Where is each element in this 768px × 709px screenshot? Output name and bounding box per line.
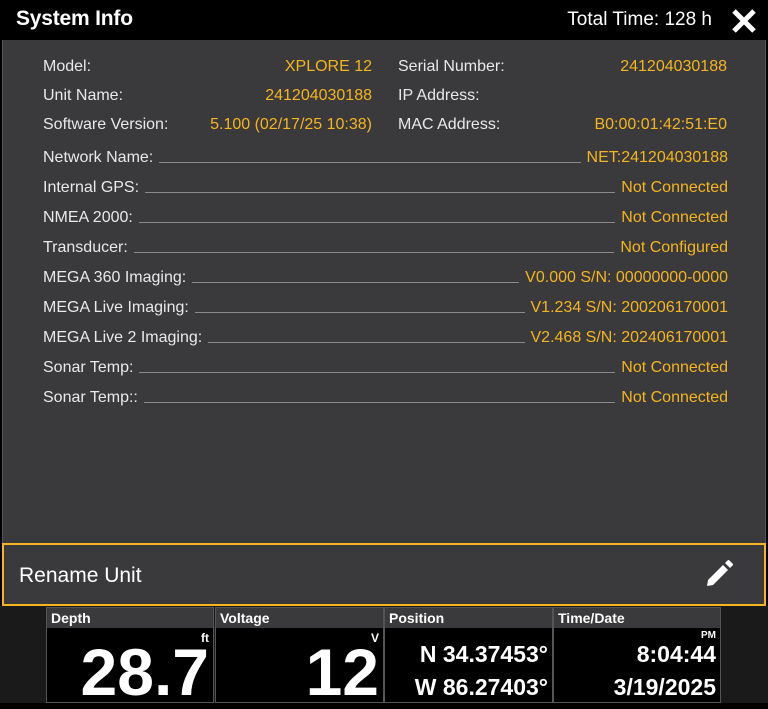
software-version-value: 5.100 (02/17/25 10:38) [210,116,372,133]
depth-caption: Depth [47,608,213,628]
model-label: Model: [43,58,92,75]
leader-line [139,371,616,373]
pencil-icon[interactable] [704,559,734,589]
time: 8:04:44 [636,641,716,667]
row-value: Not Configured [620,239,728,256]
serial-number-label: Serial Number: [398,58,505,75]
mac-address-value: B0:00:01:42:51:E0 [594,116,727,133]
page-title: System Info [16,7,133,30]
leader-line [194,311,525,313]
sonar-temp-row: Sonar Temp: Not Connected [43,358,728,378]
row-label: Sonar Temp:: [43,389,138,406]
total-time: Total Time: 128 h [567,9,712,30]
leader-line [145,191,616,193]
row-value: V2.468 S/N: 202406170001 [530,329,729,346]
voltage-caption: Voltage [216,608,383,628]
latitude: N 34.37453° [419,641,548,667]
rename-unit-button[interactable]: Rename Unit [2,543,766,606]
time-date-caption: Time/Date [554,608,720,628]
voltage-box[interactable]: Voltage V 12 [215,607,384,708]
unit-name-label: Unit Name: [43,87,124,104]
leader-line [133,251,615,253]
mega-360-imaging-row: MEGA 360 Imaging: V0.000 S/N: 00000000-0… [43,268,728,288]
sonar-temp-2-row: Sonar Temp:: Not Connected [43,388,728,408]
row-value: Not Connected [621,359,728,376]
row-value: Not Connected [621,179,728,196]
leader-line [159,161,581,163]
position-caption: Position [385,608,552,628]
row-value: V1.234 S/N: 200206170001 [530,299,729,316]
network-name-row: Network Name: NET:241204030188 [43,148,728,168]
row-label: Transducer: [43,239,128,256]
close-icon[interactable] [732,9,756,33]
row-value: NET:241204030188 [586,149,728,166]
row-label: NMEA 2000: [43,209,133,226]
time-date-box[interactable]: Time/Date PM 8:04:44 3/19/2025 [553,607,721,703]
depth-box[interactable]: Depth ft 28.7 [46,607,214,708]
longitude: W 86.27403° [414,674,548,700]
internal-gps-row: Internal GPS: Not Connected [43,178,728,198]
date: 3/19/2025 [613,674,716,700]
row-label: Network Name: [43,149,154,166]
title-bar: System Info Total Time: 128 h [0,0,768,40]
serial-number-value: 241204030188 [620,58,727,75]
row-label: MEGA Live Imaging: [43,299,189,316]
leader-line [192,281,520,283]
mega-live-imaging-row: MEGA Live Imaging: V1.234 S/N: 200206170… [43,298,728,318]
position-box[interactable]: Position N 34.37453° W 86.27403° [384,607,553,703]
nmea-2000-row: NMEA 2000: Not Connected [43,208,728,228]
rename-unit-label: Rename Unit [19,564,142,587]
ip-address-label: IP Address: [398,87,480,104]
row-value: Not Connected [621,389,728,406]
status-bar: Depth ft 28.7 Voltage V 12 Position N 34… [0,606,768,708]
leader-line [138,221,616,223]
row-label: Sonar Temp: [43,359,134,376]
unit-name-value: 241204030188 [265,87,372,104]
depth-value: 28.7 [80,635,209,709]
ampm: PM [701,630,716,641]
software-version-label: Software Version: [43,116,169,133]
row-value: Not Connected [621,209,728,226]
mega-live-2-imaging-row: MEGA Live 2 Imaging: V2.468 S/N: 2024061… [43,328,728,348]
row-label: Internal GPS: [43,179,140,196]
voltage-value: 12 [305,635,379,709]
system-info-panel: Model: XPLORE 12 Unit Name: 241204030188… [2,40,766,543]
mac-address-label: MAC Address: [398,116,501,133]
leader-line [208,341,525,343]
leader-line [143,401,616,403]
row-value: V0.000 S/N: 00000000-0000 [525,269,728,286]
transducer-row: Transducer: Not Configured [43,238,728,258]
row-label: MEGA 360 Imaging: [43,269,187,286]
row-label: MEGA Live 2 Imaging: [43,329,203,346]
model-value: XPLORE 12 [284,58,372,75]
